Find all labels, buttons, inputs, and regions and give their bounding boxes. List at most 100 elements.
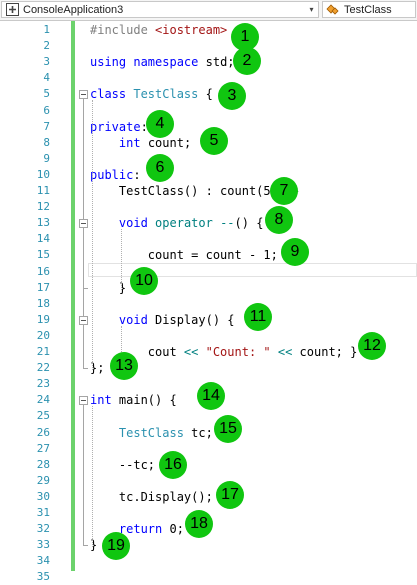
line-number: 2 (43, 39, 50, 53)
code-token: main() { (111, 393, 177, 408)
line-number: 32 (36, 522, 50, 536)
code-line[interactable]: int count; (90, 135, 191, 151)
code-token: void (118, 312, 148, 327)
code-line[interactable]: using namespace std; (90, 54, 235, 70)
code-token: Display() { (147, 312, 235, 327)
indent-guide (92, 406, 93, 548)
line-number: 14 (36, 232, 50, 246)
callout-badge: 18 (185, 510, 213, 538)
code-token: { (198, 87, 213, 102)
code-token: tc.Display(); (90, 489, 213, 504)
callout-badge: 12 (358, 332, 386, 360)
line-number: 8 (43, 135, 50, 149)
callout-badge: 8 (265, 206, 293, 234)
outline-end (83, 545, 88, 547)
line-number: 24 (36, 393, 50, 407)
chevron-down-icon[interactable]: ▾ (305, 5, 318, 14)
code-line[interactable]: count = count - 1; (90, 247, 278, 263)
line-number: 21 (36, 345, 50, 358)
code-token: private (90, 119, 141, 134)
line-number: 29 (36, 473, 50, 487)
callout-badge: 19 (102, 532, 130, 560)
callout-badge: 14 (197, 382, 225, 410)
code-line[interactable]: void operator --() { (90, 215, 264, 231)
code-line[interactable]: public: (90, 167, 141, 183)
code-token: --tc; (90, 457, 156, 472)
cpp-project-icon (4, 2, 20, 17)
navigation-bar: ConsoleApplication3 ▾ TestClass (0, 0, 417, 21)
line-number: 7 (43, 119, 50, 133)
code-editor[interactable]: 1 #include <iostream> 2 3 using namespace st… (0, 21, 417, 583)
line-number: 11 (36, 184, 50, 197)
code-token: << (183, 345, 199, 359)
line-number: 33 (36, 538, 50, 552)
change-tracking-bar (71, 21, 75, 571)
line-number: 6 (43, 103, 50, 117)
code-token: public (90, 167, 134, 182)
code-token: <iostream> (155, 23, 228, 37)
code-token: "Count: " (205, 345, 271, 359)
code-line[interactable]: --tc; (90, 457, 155, 473)
line-number: 1 (43, 23, 50, 36)
code-token: 0; (162, 522, 184, 537)
collapse-region-icon[interactable] (79, 219, 88, 229)
collapse-region-icon[interactable] (79, 396, 88, 406)
indent-guide (121, 325, 122, 354)
scope-dropdown[interactable]: TestClass (322, 1, 416, 18)
code-token: std; (198, 55, 235, 70)
collapse-region-icon[interactable] (79, 90, 88, 100)
outline-line (83, 228, 84, 288)
callout-badge: 7 (270, 177, 298, 205)
collapse-region-icon[interactable] (79, 315, 88, 325)
code-token: void (118, 216, 148, 231)
code-line[interactable]: tc.Display(); (90, 489, 213, 505)
code-line[interactable]: int main() { (90, 392, 177, 408)
code-line[interactable]: class TestClass { (90, 86, 213, 102)
line-number: 26 (36, 425, 50, 439)
class-icon (325, 2, 341, 17)
code-token: return (118, 522, 163, 537)
code-token: namespace (133, 55, 199, 70)
project-dropdown[interactable]: ConsoleApplication3 ▾ (1, 1, 319, 18)
line-number: 18 (36, 296, 50, 310)
line-number: 20 (36, 328, 50, 342)
code-token: << (277, 345, 293, 359)
code-line[interactable]: #include <iostream> (90, 22, 227, 38)
code-line[interactable]: TestClass() : count(5) {} (90, 183, 300, 199)
line-number: 15 (36, 248, 50, 262)
outline-line (83, 405, 84, 546)
outline-end (83, 368, 88, 370)
callout-badge: 16 (159, 451, 187, 479)
callout-badge: 10 (130, 267, 158, 295)
line-number: 30 (36, 489, 50, 503)
line-number: 28 (36, 457, 50, 471)
callout-badge: 9 (281, 238, 309, 266)
line-number: 5 (43, 87, 50, 101)
code-token: : (133, 167, 141, 182)
code-token: cout (90, 345, 184, 359)
callout-badge: 5 (200, 127, 228, 155)
code-line[interactable]: private: (90, 119, 148, 135)
line-number: 25 (36, 409, 50, 423)
callout-badge: 17 (216, 481, 244, 509)
code-line[interactable]: TestClass tc; (90, 425, 213, 441)
code-token: int (118, 135, 141, 150)
callout-badge: 13 (110, 352, 138, 380)
line-number: 35 (36, 570, 50, 584)
code-line[interactable]: void Display() { (90, 312, 235, 328)
line-number: 3 (43, 55, 50, 69)
line-number: 22 (36, 361, 50, 375)
callout-badge: 11 (244, 303, 272, 331)
code-token: operator -- (155, 216, 235, 231)
line-number: 17 (36, 280, 50, 294)
code-token: class (90, 87, 127, 102)
project-name: ConsoleApplication3 (23, 3, 124, 16)
code-line[interactable]: return 0; (90, 521, 184, 537)
callout-badge: 2 (233, 47, 261, 75)
code-token: TestClass (118, 425, 184, 440)
line-number: 34 (36, 554, 50, 568)
line-number: 10 (36, 167, 50, 181)
